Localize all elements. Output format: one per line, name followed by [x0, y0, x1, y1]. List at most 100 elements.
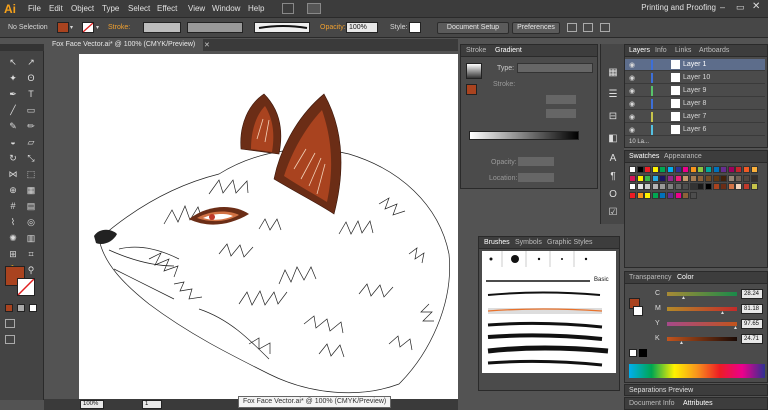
rotate-icon[interactable]: ↻	[5, 151, 21, 165]
swatch[interactable]	[659, 166, 667, 173]
tab-graphic-styles[interactable]: Graphic Styles	[547, 239, 593, 246]
chevron-down-icon[interactable]: ▾	[96, 24, 99, 31]
variable-width-profile[interactable]	[187, 22, 243, 33]
color-spectrum[interactable]	[629, 364, 765, 378]
eye-icon[interactable]: ◉	[629, 61, 635, 69]
glyphs-icon[interactable]: ☑	[606, 206, 620, 220]
tab-color[interactable]: Color	[677, 274, 694, 281]
slider-thumb-icon[interactable]: ▲	[720, 310, 725, 316]
transform-panel-icon[interactable]: ⊟	[606, 110, 620, 124]
swatch[interactable]	[629, 183, 636, 190]
swatch[interactable]	[636, 183, 644, 190]
tab-links[interactable]: Links	[675, 47, 691, 54]
preferences-button[interactable]: Preferences	[512, 22, 560, 34]
swatch[interactable]	[743, 166, 750, 173]
paintbrush-icon[interactable]: ✎	[5, 119, 21, 133]
screen-mode-icon[interactable]	[5, 335, 15, 344]
layer-row[interactable]: ◉ Layer 10	[625, 72, 765, 84]
workspace-switcher[interactable]: Printing and Proofing	[641, 3, 716, 12]
tab-brushes[interactable]: Brushes	[484, 239, 510, 246]
swatch[interactable]	[644, 183, 652, 190]
swatch[interactable]	[674, 183, 682, 190]
menu-edit[interactable]: Edit	[49, 4, 63, 13]
eraser-icon[interactable]: ▱	[23, 135, 39, 149]
layer-row[interactable]: ◉ Layer 6	[625, 124, 765, 136]
bridge-icon[interactable]	[282, 3, 294, 14]
gradient-tool-icon[interactable]: ▤	[23, 199, 39, 213]
aspect-ratio-field[interactable]	[546, 109, 576, 118]
swatch[interactable]	[651, 183, 659, 190]
channel-slider[interactable]	[667, 307, 737, 311]
rectangle-tool-icon[interactable]: ▭	[23, 103, 39, 117]
slider-thumb-icon[interactable]: ▲	[681, 295, 686, 301]
eye-icon[interactable]: ◉	[629, 87, 635, 95]
pen-tool-icon[interactable]: ✒	[5, 87, 21, 101]
direct-selection-tool-icon[interactable]: ↗	[23, 55, 39, 69]
color-mode-icon[interactable]	[5, 304, 13, 312]
gradient-thumbnail[interactable]	[466, 63, 482, 79]
layer-name[interactable]: Layer 1	[683, 61, 706, 68]
eye-icon[interactable]: ◉	[629, 126, 635, 134]
swatch[interactable]	[674, 174, 682, 182]
swatch[interactable]	[689, 191, 697, 199]
tab-document-info[interactable]: Document Info	[629, 400, 675, 407]
opacity-label[interactable]: Opacity:	[320, 24, 346, 31]
channel-slider[interactable]	[667, 322, 737, 326]
swatch[interactable]	[682, 166, 690, 173]
swatch[interactable]	[667, 183, 674, 190]
swatch[interactable]	[743, 183, 750, 190]
transform-icon[interactable]	[583, 23, 593, 32]
swatch[interactable]	[720, 166, 728, 173]
swatch[interactable]	[712, 174, 720, 182]
swatch[interactable]	[689, 166, 697, 173]
swatch[interactable]	[644, 174, 652, 182]
swatch[interactable]	[629, 166, 636, 173]
swatch[interactable]	[674, 191, 682, 199]
eyedropper-icon[interactable]: ⌇	[5, 215, 21, 229]
swatch-grid[interactable]	[629, 166, 761, 220]
swatch[interactable]	[735, 183, 743, 190]
opacity-field[interactable]: 100%	[346, 22, 378, 33]
separations-preview-bar[interactable]: Separations Preview	[624, 384, 768, 396]
arrange-documents-icon[interactable]	[307, 3, 321, 14]
artboard-number-field[interactable]: 1	[142, 400, 162, 409]
swatch[interactable]	[651, 191, 659, 199]
swatch[interactable]	[750, 174, 758, 182]
channel-value[interactable]: 81.18	[741, 304, 763, 314]
character-icon[interactable]: A	[606, 152, 620, 166]
eye-icon[interactable]: ◉	[629, 100, 635, 108]
swatch[interactable]	[659, 183, 667, 190]
opacity-field[interactable]	[518, 157, 554, 166]
gradient-slider[interactable]	[469, 131, 579, 140]
line-tool-icon[interactable]: ╱	[5, 103, 21, 117]
swatch[interactable]	[712, 183, 720, 190]
layer-row[interactable]: ◉ Layer 7	[625, 111, 765, 123]
menu-effect[interactable]: Effect	[157, 4, 177, 13]
swatch[interactable]	[712, 166, 720, 173]
swatch[interactable]	[705, 166, 712, 173]
swatch[interactable]	[720, 183, 728, 190]
fill-color-swatch[interactable]	[57, 22, 69, 33]
swatch[interactable]	[697, 174, 705, 182]
zoom-tool-icon[interactable]: ⚲	[23, 263, 39, 277]
type-tool-icon[interactable]: T	[23, 87, 39, 101]
swatch[interactable]	[644, 166, 652, 173]
menu-file[interactable]: File	[28, 4, 41, 13]
restore-icon[interactable]: ▭	[736, 2, 745, 13]
swatch[interactable]	[735, 174, 743, 182]
channel-slider[interactable]	[667, 337, 737, 341]
swatch[interactable]	[682, 191, 690, 199]
tab-layers[interactable]: Layers	[629, 47, 650, 54]
menu-window[interactable]: Window	[212, 4, 240, 13]
angle-field[interactable]	[546, 95, 576, 104]
graphic-style-swatch[interactable]	[409, 22, 421, 33]
opentype-icon[interactable]: O	[606, 188, 620, 202]
symbol-sprayer-icon[interactable]: ✺	[5, 231, 21, 245]
swatch[interactable]	[636, 174, 644, 182]
swatch[interactable]	[651, 174, 659, 182]
channel-value[interactable]: 24.71	[741, 334, 763, 344]
swatch[interactable]	[750, 183, 758, 190]
align-icon[interactable]	[567, 23, 577, 32]
black-swatch[interactable]	[639, 349, 647, 357]
tab-artboards[interactable]: Artboards	[699, 47, 729, 54]
